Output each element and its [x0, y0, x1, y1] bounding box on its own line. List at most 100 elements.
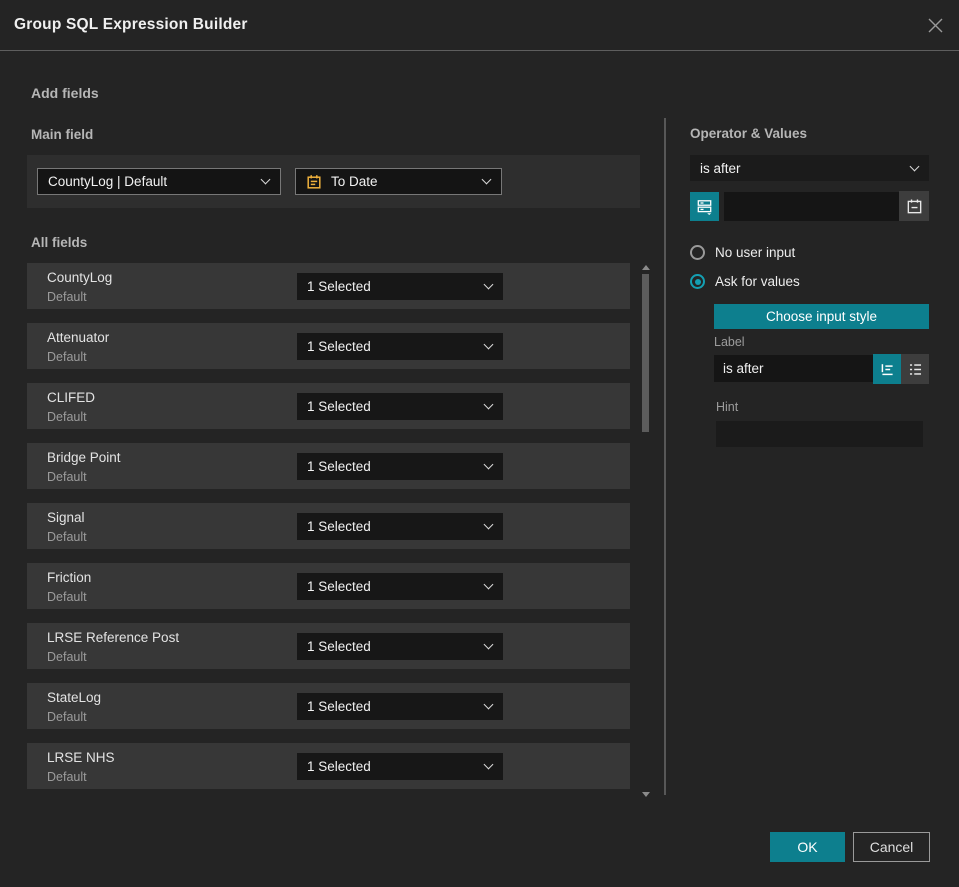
field-type-label: Default — [47, 470, 87, 484]
cancel-button[interactable]: Cancel — [853, 832, 930, 862]
radio-no-user-input[interactable]: No user input — [690, 245, 795, 260]
field-selection-value: 1 Selected — [307, 519, 371, 534]
field-type-label: Default — [47, 350, 87, 364]
field-row: Signal Default 1 Selected — [27, 503, 630, 549]
group-sql-expression-builder-dialog: Group SQL Expression Builder Add fields … — [0, 0, 959, 887]
calendar-picker-button[interactable] — [899, 191, 929, 221]
field-selection-value: 1 Selected — [307, 759, 371, 774]
scrollbar-up-arrow-icon[interactable] — [642, 265, 650, 270]
field-selection-dropdown[interactable]: 1 Selected — [297, 393, 503, 420]
main-field-dropdown[interactable]: CountyLog | Default — [37, 168, 281, 195]
panel-divider — [664, 118, 666, 795]
radio-circle-icon — [690, 274, 705, 289]
calendar-icon — [907, 198, 921, 213]
chevron-down-icon — [483, 399, 494, 410]
field-row: CLIFED Default 1 Selected — [27, 383, 630, 429]
field-type-label: Default — [47, 650, 87, 664]
field-type-label: Default — [47, 710, 87, 724]
field-selection-dropdown[interactable]: 1 Selected — [297, 513, 503, 540]
close-icon[interactable] — [924, 14, 946, 36]
main-field-heading: Main field — [31, 127, 94, 142]
scrollbar-thumb[interactable] — [642, 274, 649, 432]
field-selection-value: 1 Selected — [307, 339, 371, 354]
field-name: Bridge Point — [47, 450, 121, 465]
dialog-title: Group SQL Expression Builder — [14, 16, 248, 33]
single-input-style-toggle[interactable] — [873, 354, 901, 384]
date-field-dropdown[interactable]: To Date — [295, 168, 502, 195]
all-fields-heading: All fields — [31, 235, 88, 250]
main-field-dropdown-value: CountyLog | Default — [48, 174, 168, 189]
field-selection-value: 1 Selected — [307, 459, 371, 474]
chevron-down-icon — [483, 639, 494, 650]
all-fields-list: CountyLog Default 1 Selected Attenuator … — [27, 263, 630, 803]
field-type-label: Default — [47, 410, 87, 424]
label-caption: Label — [714, 335, 745, 349]
field-row: LRSE NHS Default 1 Selected — [27, 743, 630, 789]
field-name: Friction — [47, 570, 92, 585]
field-selection-value: 1 Selected — [307, 279, 371, 294]
field-row: Bridge Point Default 1 Selected — [27, 443, 630, 489]
value-source-button[interactable] — [690, 192, 719, 221]
field-selection-dropdown[interactable]: 1 Selected — [297, 633, 503, 660]
chevron-down-icon — [483, 699, 494, 710]
field-row: Friction Default 1 Selected — [27, 563, 630, 609]
chevron-down-icon — [483, 519, 494, 530]
fields-list-scrollbar[interactable] — [641, 262, 651, 800]
operator-dropdown-value: is after — [700, 160, 741, 176]
chevron-down-icon — [483, 579, 494, 590]
field-selection-value: 1 Selected — [307, 639, 371, 654]
radio-ask-for-values[interactable]: Ask for values — [690, 274, 800, 289]
align-left-icon — [881, 363, 893, 375]
radio-label: No user input — [715, 245, 796, 260]
operator-dropdown[interactable]: is after — [690, 155, 929, 181]
add-fields-heading: Add fields — [31, 85, 99, 101]
radio-label: Ask for values — [715, 274, 800, 289]
choose-input-style-button[interactable]: Choose input style — [714, 304, 929, 329]
field-selection-value: 1 Selected — [307, 579, 371, 594]
value-input[interactable] — [724, 192, 899, 221]
field-selection-dropdown[interactable]: 1 Selected — [297, 333, 503, 360]
hint-caption: Hint — [716, 400, 739, 414]
chevron-down-icon — [483, 279, 494, 290]
main-field-panel: CountyLog | Default To Date — [27, 155, 640, 208]
operator-values-heading: Operator & Values — [690, 126, 808, 141]
field-selection-value: 1 Selected — [307, 699, 371, 714]
list-input-style-toggle[interactable] — [901, 354, 929, 384]
radio-circle-icon — [690, 245, 705, 260]
label-input[interactable] — [714, 355, 873, 382]
field-row: CountyLog Default 1 Selected — [27, 263, 630, 309]
chevron-down-icon — [483, 759, 494, 770]
field-name: StateLog — [47, 690, 102, 705]
bulleted-list-icon — [909, 363, 921, 375]
field-name: LRSE NHS — [47, 750, 115, 765]
chevron-down-icon — [481, 174, 492, 185]
field-name: CLIFED — [47, 390, 96, 405]
field-type-label: Default — [47, 290, 87, 304]
field-selection-dropdown[interactable]: 1 Selected — [297, 453, 503, 480]
field-name: Attenuator — [47, 330, 110, 345]
chevron-down-icon — [909, 161, 920, 171]
field-name: Signal — [47, 510, 85, 525]
field-selection-dropdown[interactable]: 1 Selected — [297, 573, 503, 600]
stack-icon — [697, 200, 712, 215]
field-type-label: Default — [47, 590, 87, 604]
field-type-label: Default — [47, 530, 87, 544]
field-selection-dropdown[interactable]: 1 Selected — [297, 693, 503, 720]
field-selection-value: 1 Selected — [307, 399, 371, 414]
field-type-label: Default — [47, 770, 87, 784]
hint-input[interactable] — [716, 421, 923, 447]
field-row: LRSE Reference Post Default 1 Selected — [27, 623, 630, 669]
ok-button[interactable]: OK — [770, 832, 845, 862]
chevron-down-icon — [483, 339, 494, 350]
field-selection-dropdown[interactable]: 1 Selected — [297, 753, 503, 780]
calendar-icon — [306, 174, 322, 190]
field-name: CountyLog — [47, 270, 113, 285]
chevron-down-icon — [483, 459, 494, 470]
field-row: Attenuator Default 1 Selected — [27, 323, 630, 369]
scrollbar-down-arrow-icon[interactable] — [642, 792, 650, 797]
field-selection-dropdown[interactable]: 1 Selected — [297, 273, 503, 300]
field-row: StateLog Default 1 Selected — [27, 683, 630, 729]
field-name: LRSE Reference Post — [47, 630, 180, 645]
date-field-dropdown-value: To Date — [331, 174, 378, 189]
chevron-down-icon — [260, 174, 271, 185]
